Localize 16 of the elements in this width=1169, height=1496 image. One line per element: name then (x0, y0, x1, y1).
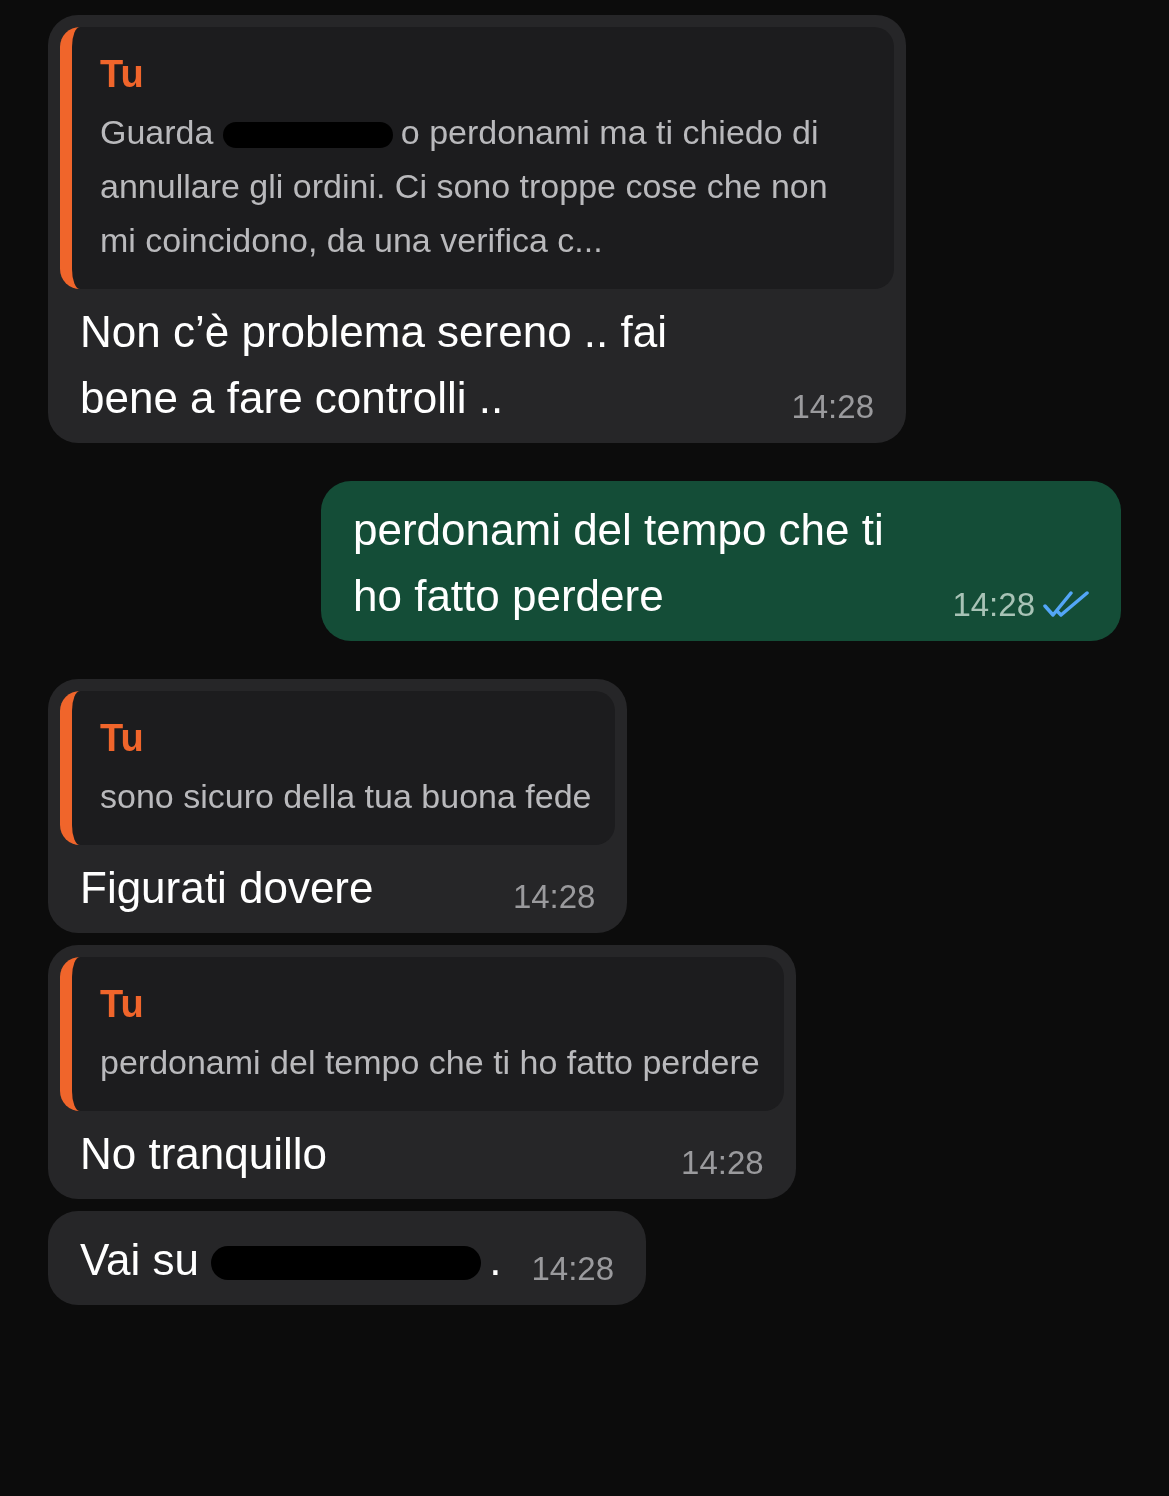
quote-author: Tu (100, 716, 145, 761)
quote-text: perdonami del tempo che ti ho fatto perdere (100, 1042, 760, 1083)
quote-text: sono sicuro della tua buona fede (100, 776, 592, 817)
message-time: 14:28 (531, 1248, 615, 1289)
quote-text: Guarda o perdonami ma ti chiedo di annullare gli ordini. Ci sono troppe cose che non mi coincidono, da una verifica c... (100, 112, 829, 261)
message-time: 14:28 (952, 584, 1035, 625)
message-text: Non c’è problema sereno .. fai bene a fare controlli .. (80, 306, 668, 424)
message-time: 14:28 (681, 1142, 764, 1183)
message-text: Vai su . (80, 1234, 502, 1286)
quote-author: Tu (100, 982, 145, 1027)
message-time: 14:28 (791, 386, 874, 427)
message-time: 14:28 (512, 876, 596, 917)
message-text: Figurati dovere (80, 862, 374, 914)
message-text: No tranquillo (80, 1128, 328, 1180)
quote-author: Tu (100, 52, 145, 97)
message-text: perdonami del tempo che ti ho fatto perdere (353, 504, 885, 622)
